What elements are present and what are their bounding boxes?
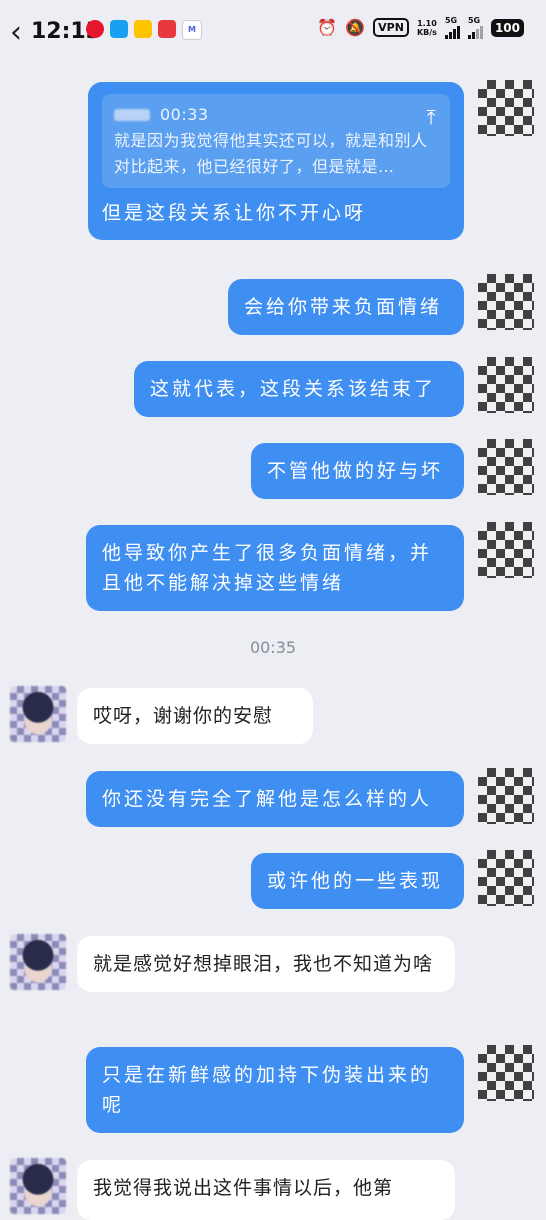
avatar[interactable] [478,768,534,824]
quoted-time: 00:33 [160,105,209,124]
message-bubble-incoming[interactable]: 我觉得我说出这件事情以后，他第 [77,1160,455,1220]
message-bubble-outgoing[interactable]: 会给你带来负面情绪 [228,279,464,335]
avatar[interactable] [478,274,534,330]
network-type-label: 5G [467,16,481,25]
jump-to-quote-icon[interactable]: ⤒ [427,104,436,130]
message-text: 他导致你产生了很多负面情绪，并且他不能解决掉这些情绪 [102,542,433,594]
app-notification-icon [110,20,128,38]
signal-bars-icon [444,25,460,39]
avatar[interactable] [478,357,534,413]
message-text: 只是在新鲜感的加持下伪装出来的呢 [102,1064,433,1116]
app-notification-icon [158,20,176,38]
avatar[interactable] [478,850,534,906]
quoted-sender-name [114,109,150,121]
message-bubble-incoming[interactable]: 哎呀，谢谢你的安慰 [77,688,313,744]
message-bubble-outgoing[interactable]: 00:33 ⤒ 就是因为我觉得他其实还可以，就是和别人对比起来，他已经很好了，但… [88,82,464,240]
avatar[interactable] [10,934,66,990]
message-text: 但是这段关系让你不开心呀 [102,202,367,224]
mail-icon: M [182,20,202,40]
message-bubble-outgoing[interactable]: 或许他的一些表现 [251,853,464,909]
message-bubble-incoming[interactable]: 就是感觉好想掉眼泪，我也不知道为啥 [77,936,455,992]
avatar[interactable] [478,439,534,495]
notification-icons: M [86,20,202,40]
chat-timestamp: 00:35 [249,638,297,657]
vpn-badge: VPN [373,18,409,37]
message-text: 或许他的一些表现 [267,870,444,892]
alarm-icon: ⏰ [317,18,338,37]
system-indicators: ⏰ 🔕 VPN 1.10 KB/s 5G 5G 100 [317,16,524,39]
mute-icon: 🔕 [345,18,366,37]
message-bubble-outgoing[interactable]: 只是在新鲜感的加持下伪装出来的呢 [86,1047,464,1133]
speed-value: 1.10 [417,18,437,28]
message-bubble-outgoing[interactable]: 他导致你产生了很多负面情绪，并且他不能解决掉这些情绪 [86,525,464,611]
avatar[interactable] [10,686,66,742]
quoted-text: 就是因为我觉得他其实还可以，就是和别人对比起来，他已经很好了，但是就是… [114,131,428,176]
avatar[interactable] [10,1158,66,1214]
status-bar: ‹ 12:13 M ⏰ 🔕 VPN 1.10 KB/s 5G 5G 100 [0,0,546,62]
message-bubble-outgoing[interactable]: 不管他做的好与坏 [251,443,464,499]
network-speed: 1.10 KB/s [417,19,437,37]
avatar[interactable] [478,1045,534,1101]
signal-1: 5G [444,16,460,39]
message-text: 你还没有完全了解他是怎么样的人 [102,788,433,810]
avatar[interactable] [478,522,534,578]
signal-bars-icon [467,25,483,39]
message-bubble-outgoing[interactable]: 你还没有完全了解他是怎么样的人 [86,771,464,827]
weibo-icon [86,20,104,38]
network-type-label: 5G [444,16,458,25]
message-text: 不管他做的好与坏 [267,460,444,482]
message-text: 就是感觉好想掉眼泪，我也不知道为啥 [93,953,434,975]
battery-indicator: 100 [490,18,524,37]
message-text: 哎呀，谢谢你的安慰 [93,705,274,727]
speed-unit: KB/s [416,27,437,37]
message-text: 这就代表，这段关系该结束了 [150,378,437,400]
avatar[interactable] [478,80,534,136]
message-text: 我觉得我说出这件事情以后，他第 [93,1177,394,1199]
signal-2: 5G [467,16,483,39]
back-arrow-icon[interactable]: ‹ [10,18,22,48]
app-notification-icon [134,20,152,38]
quoted-message[interactable]: 00:33 ⤒ 就是因为我觉得他其实还可以，就是和别人对比起来，他已经很好了，但… [102,94,450,188]
message-bubble-outgoing[interactable]: 这就代表，这段关系该结束了 [134,361,464,417]
message-text: 会给你带来负面情绪 [244,296,443,318]
